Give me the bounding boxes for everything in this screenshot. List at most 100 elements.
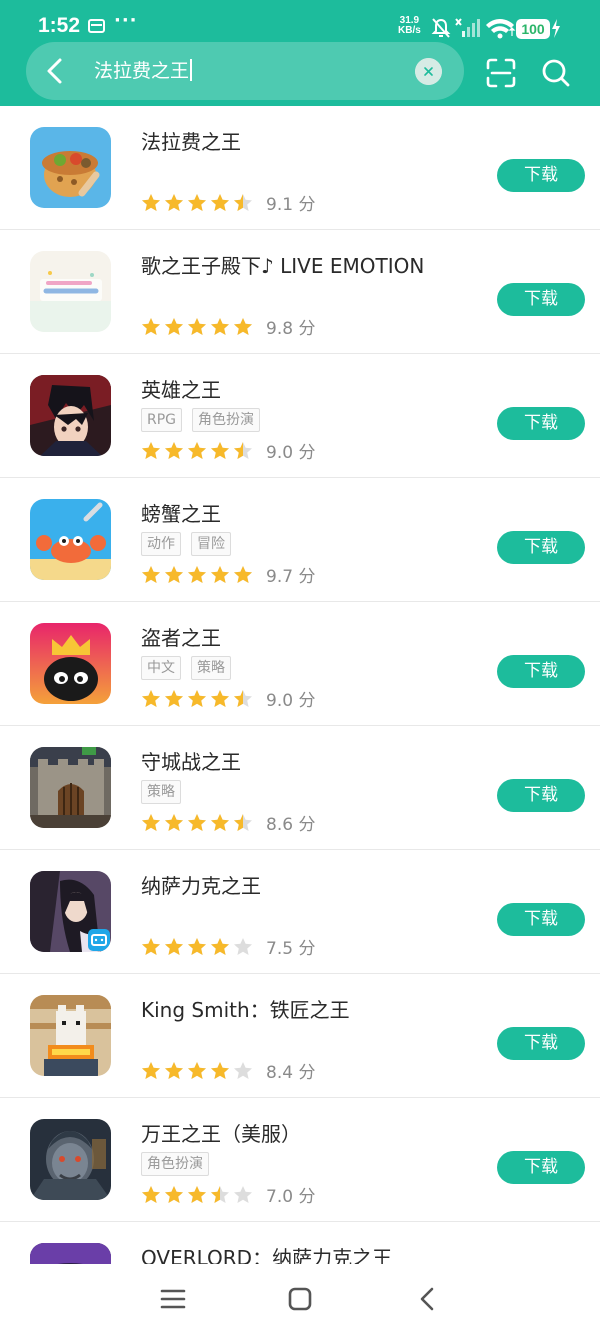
star-half-icon xyxy=(211,1186,229,1203)
navigation-bar xyxy=(0,1264,600,1333)
search-input[interactable]: 法拉费之王 xyxy=(94,58,193,84)
app-icon-hero-king[interactable] xyxy=(30,375,111,456)
clear-search-icon[interactable] xyxy=(415,58,442,85)
search-box[interactable] xyxy=(26,42,464,100)
status-bar: 1:52 ··· 31.9 KB/s 100 xyxy=(0,0,600,44)
star-full-icon xyxy=(188,1062,206,1079)
download-button[interactable]: 下载 xyxy=(497,531,585,564)
menu-icon[interactable] xyxy=(158,1286,188,1312)
rating: 9.8 分 xyxy=(141,314,315,339)
app-name: King Smith：铁匠之王 xyxy=(141,998,350,1022)
star-full-icon xyxy=(142,566,160,583)
list-item[interactable]: 螃蟹之王 动作 冒险 9.7 分 下载 xyxy=(0,478,600,602)
list-item[interactable]: 守城战之王 策略 8.6 分 下载 xyxy=(0,726,600,850)
star-half-icon xyxy=(234,194,252,211)
star-full-icon xyxy=(142,814,160,831)
star-half-icon xyxy=(234,690,252,707)
app-name: 歌之王子殿下♪ LIVE EMOTION xyxy=(141,254,425,278)
star-empty-icon xyxy=(234,1186,252,1203)
app-list[interactable]: 法拉费之王 9.1 分 下载 歌之王子殿下♪ LIVE EMOTION 9.8 … xyxy=(0,106,600,1264)
list-item[interactable]: 法拉费之王 9.1 分 下载 xyxy=(0,106,600,230)
star-full-icon xyxy=(165,194,183,211)
list-item[interactable]: 纳萨力克之王 7.5 分 下载 xyxy=(0,850,600,974)
star-full-icon xyxy=(188,814,206,831)
scan-icon[interactable] xyxy=(486,58,516,88)
charging-icon xyxy=(552,19,560,38)
star-full-icon xyxy=(188,194,206,211)
star-full-icon xyxy=(188,938,206,955)
star-full-icon xyxy=(142,194,160,211)
app-icon-uta-no-prince[interactable] xyxy=(30,251,111,332)
app-icon-crab-king[interactable] xyxy=(30,499,111,580)
app-name: OVERLORD：纳萨力克之王 xyxy=(141,1246,393,1264)
home-icon[interactable] xyxy=(285,1286,315,1312)
star-full-icon xyxy=(188,1186,206,1203)
list-item[interactable]: 盗者之王 中文 策略 9.0 分 下载 xyxy=(0,602,600,726)
tag-list: RPG 角色扮演 xyxy=(141,408,261,432)
star-full-icon xyxy=(211,566,229,583)
rating: 8.6 分 xyxy=(141,810,315,835)
rating: 9.0 分 xyxy=(141,438,315,463)
download-button[interactable]: 下载 xyxy=(497,903,585,936)
back-icon[interactable] xyxy=(413,1286,443,1312)
tag: 冒险 xyxy=(191,532,231,556)
app-icon-falafel-king[interactable] xyxy=(30,127,111,208)
download-button[interactable]: 下载 xyxy=(497,159,585,192)
star-full-icon xyxy=(234,566,252,583)
star-full-icon xyxy=(142,318,160,335)
status-icons xyxy=(431,18,560,39)
header: 1:52 ··· 31.9 KB/s 100 法拉费之王 xyxy=(0,0,600,106)
download-button[interactable]: 下载 xyxy=(497,779,585,812)
list-item[interactable]: OVERLORD：纳萨力克之王 xyxy=(0,1222,600,1264)
app-icon-nazarick-king[interactable] xyxy=(30,871,111,952)
app-icon-overlord[interactable] xyxy=(30,1243,111,1264)
star-full-icon xyxy=(188,318,206,335)
app-icon-castle-king[interactable] xyxy=(30,747,111,828)
search-icon[interactable] xyxy=(541,58,571,88)
star-full-icon xyxy=(165,690,183,707)
tag: RPG xyxy=(141,408,183,432)
rating: 9.1 分 xyxy=(141,190,315,215)
star-full-icon xyxy=(211,1062,229,1079)
rating-score: 9.8 分 xyxy=(266,319,316,339)
tag: 中文 xyxy=(141,656,181,680)
star-half-icon xyxy=(234,814,252,831)
app-icon-king-of-kings[interactable] xyxy=(30,1119,111,1200)
star-full-icon xyxy=(142,938,160,955)
star-full-icon xyxy=(211,690,229,707)
star-full-icon xyxy=(188,690,206,707)
rating: 7.0 分 xyxy=(141,1182,315,1207)
star-full-icon xyxy=(165,1062,183,1079)
tag: 动作 xyxy=(141,532,181,556)
tag: 策略 xyxy=(191,656,231,680)
search-query: 法拉费之王 xyxy=(94,60,190,82)
tag-list: 角色扮演 xyxy=(141,1152,209,1176)
rating-score: 8.6 分 xyxy=(266,815,316,835)
star-full-icon xyxy=(142,442,160,459)
download-button[interactable]: 下载 xyxy=(497,283,585,316)
download-button[interactable]: 下载 xyxy=(497,655,585,688)
download-button[interactable]: 下载 xyxy=(497,1151,585,1184)
rating-score: 9.0 分 xyxy=(266,691,316,711)
star-full-icon xyxy=(165,318,183,335)
star-empty-icon xyxy=(234,938,252,955)
app-icon-king-smith[interactable] xyxy=(30,995,111,1076)
list-item[interactable]: 万王之王（美服） 角色扮演 7.0 分 下载 xyxy=(0,1098,600,1222)
back-arrow-icon[interactable] xyxy=(40,55,72,87)
download-button[interactable]: 下载 xyxy=(497,407,585,440)
tag-list: 动作 冒险 xyxy=(141,532,231,556)
list-item[interactable]: King Smith：铁匠之王 8.4 分 下载 xyxy=(0,974,600,1098)
app-name: 万王之王（美服） xyxy=(141,1122,301,1146)
list-item[interactable]: 歌之王子殿下♪ LIVE EMOTION 9.8 分 下载 xyxy=(0,230,600,354)
tag-list: 中文 策略 xyxy=(141,656,231,680)
list-item[interactable]: 英雄之王 RPG 角色扮演 9.0 分 下载 xyxy=(0,354,600,478)
app-name: 英雄之王 xyxy=(141,378,221,402)
rating-score: 9.1 分 xyxy=(266,195,316,215)
star-full-icon xyxy=(188,566,206,583)
battery-level: 100 xyxy=(516,19,550,39)
app-icon-thief-king[interactable] xyxy=(30,623,111,704)
star-full-icon xyxy=(234,318,252,335)
rating: 9.0 分 xyxy=(141,686,315,711)
download-button[interactable]: 下载 xyxy=(497,1027,585,1060)
tag: 角色扮演 xyxy=(192,408,261,432)
